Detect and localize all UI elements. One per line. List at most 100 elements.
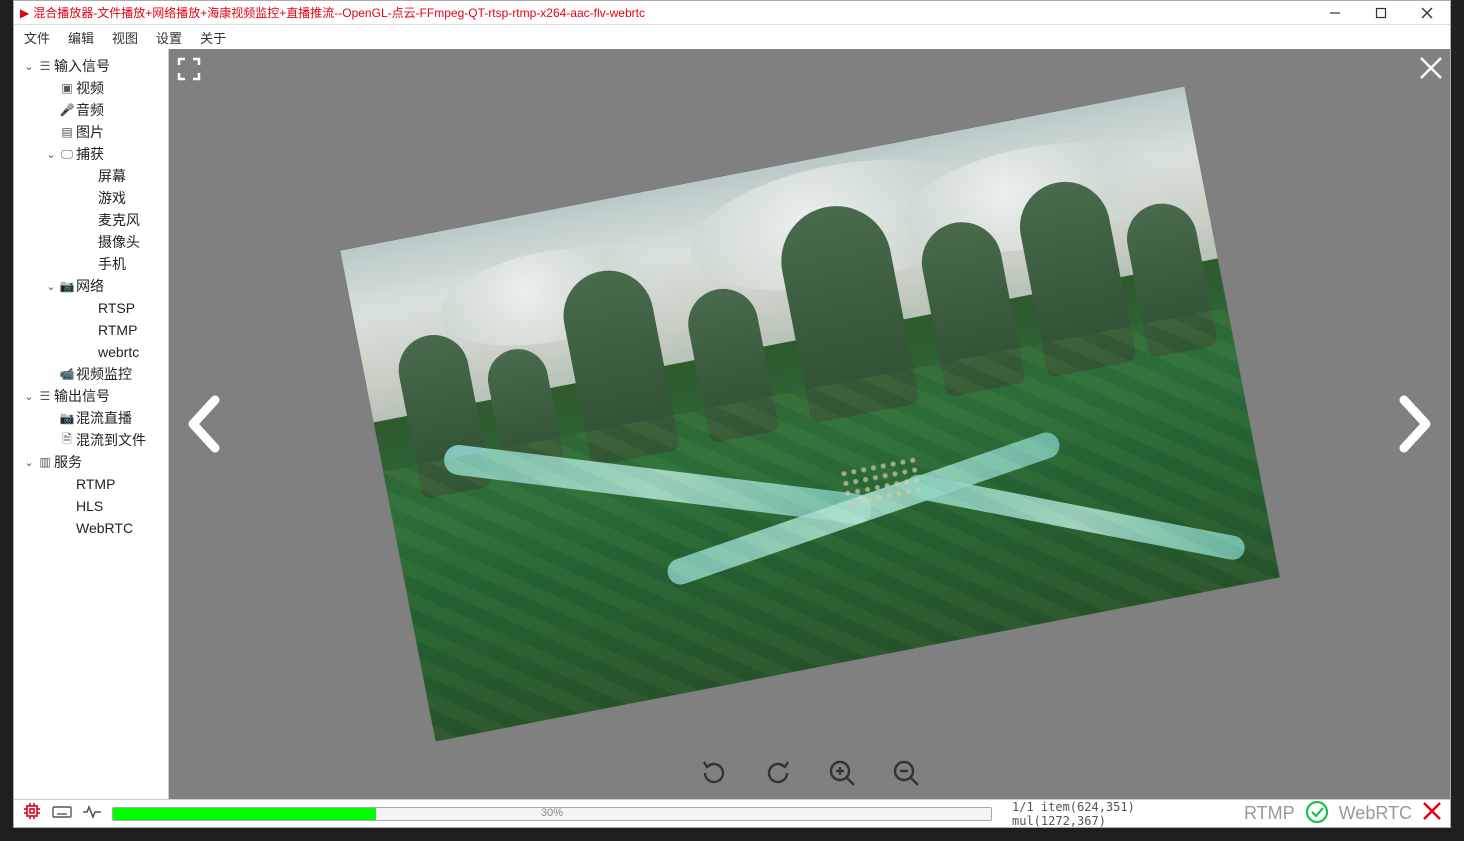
tree-item-label: webrtc	[98, 344, 139, 360]
progress-bar[interactable]: 30%	[112, 807, 992, 821]
tree-item-label: 混流到文件	[76, 430, 146, 450]
app-window: ▶ 混合播放器-文件播放+网络播放+海康视频监控+直播推流--OpenGL-点云…	[13, 0, 1451, 828]
maximize-button[interactable]	[1358, 1, 1404, 24]
menu-view[interactable]: 视图	[112, 28, 138, 47]
cctv-icon: 📹	[58, 367, 76, 381]
monitor-icon: 🖵	[58, 147, 76, 162]
tree-item-label: 视频	[76, 78, 104, 98]
image-icon: ▤	[58, 125, 76, 139]
menu-settings[interactable]: 设置	[156, 28, 182, 47]
zoom-out-button[interactable]	[891, 758, 921, 791]
tree-item[interactable]: ▤图片	[16, 121, 166, 143]
chevron-down-icon[interactable]: ⌄	[22, 60, 36, 73]
cam-icon: 📷	[58, 279, 76, 293]
close-button[interactable]	[1404, 1, 1450, 24]
layers-icon: ☰	[36, 59, 54, 73]
tree-item[interactable]: ⌄▥服务	[16, 451, 166, 473]
tree-item-label: 服务	[54, 452, 82, 472]
tree-item[interactable]: 🗎混流到文件	[16, 429, 166, 451]
tree-item[interactable]: 屏幕	[16, 165, 166, 187]
external-app-sliver	[0, 0, 13, 841]
rtmp-status-label[interactable]: RTMP	[1244, 803, 1295, 824]
server-icon: ▥	[36, 455, 54, 469]
menu-edit[interactable]: 编辑	[68, 28, 94, 47]
rotate-cw-button[interactable]	[763, 758, 793, 791]
tree-item-label: 视频监控	[76, 364, 132, 384]
tree-item-label: 捕获	[76, 144, 104, 164]
tree-item-label: RTMP	[98, 322, 137, 338]
tree-item-label: 麦克风	[98, 210, 140, 230]
tree-item[interactable]: 手机	[16, 253, 166, 275]
tree-item[interactable]: 📹视频监控	[16, 363, 166, 385]
tree-item-label: 输出信号	[54, 386, 110, 406]
menu-file[interactable]: 文件	[24, 28, 50, 47]
tree-item[interactable]: WebRTC	[16, 517, 166, 539]
viewer-toolbar	[699, 758, 921, 791]
menu-about[interactable]: 关于	[200, 28, 226, 47]
tree-item-label: 音频	[76, 100, 104, 120]
tree-item-label: 输入信号	[54, 56, 110, 76]
progress-fill	[113, 808, 376, 820]
titlebar: ▶ 混合播放器-文件播放+网络播放+海康视频监控+直播推流--OpenGL-点云…	[14, 1, 1450, 25]
minimize-button[interactable]	[1312, 1, 1358, 24]
os-taskbar-sliver	[0, 829, 1464, 841]
tree-item[interactable]: ⌄☰输出信号	[16, 385, 166, 407]
status-error-icon	[1422, 801, 1442, 827]
menubar: 文件 编辑 视图 设置 关于	[14, 25, 1450, 49]
chip-icon[interactable]	[22, 801, 42, 826]
tree-item[interactable]: 麦克风	[16, 209, 166, 231]
file-icon: 🗎	[58, 430, 76, 451]
zoom-in-button[interactable]	[827, 758, 857, 791]
video-icon: ▣	[58, 81, 76, 95]
tree-item[interactable]: ⌄🖵捕获	[16, 143, 166, 165]
cam-icon: 📷	[58, 411, 76, 425]
chevron-down-icon[interactable]: ⌄	[44, 280, 58, 293]
mic-icon: 🎤	[58, 103, 76, 117]
chevron-down-icon[interactable]: ⌄	[22, 456, 36, 469]
tree-item-label: HLS	[76, 498, 103, 514]
progress-percent: 30%	[541, 807, 563, 819]
tree-item-label: WebRTC	[76, 520, 133, 536]
rotate-ccw-button[interactable]	[699, 758, 729, 791]
tree-item[interactable]: RTSP	[16, 297, 166, 319]
status-info: 1/1 item(624,351) mul(1272,367)	[1012, 800, 1234, 828]
tree-item[interactable]: RTMP	[16, 473, 166, 495]
window-buttons	[1312, 1, 1450, 24]
next-button[interactable]	[1392, 394, 1438, 467]
window-title: 混合播放器-文件播放+网络播放+海康视频监控+直播推流--OpenGL-点云-F…	[33, 4, 1312, 21]
sidebar-tree[interactable]: ⌄☰输入信号▣视频🎤音频▤图片⌄🖵捕获屏幕游戏麦克风摄像头手机⌄📷网络RTSPR…	[14, 49, 169, 799]
tree-item[interactable]: ⌄☰输入信号	[16, 55, 166, 77]
webrtc-status-label[interactable]: WebRTC	[1339, 803, 1412, 824]
tree-item[interactable]: ⌄📷网络	[16, 275, 166, 297]
displayed-image[interactable]	[340, 87, 1280, 742]
chevron-down-icon[interactable]: ⌄	[22, 390, 36, 403]
tree-item[interactable]: HLS	[16, 495, 166, 517]
tree-item[interactable]: webrtc	[16, 341, 166, 363]
tree-item-label: 网络	[76, 276, 104, 296]
tree-item[interactable]: 摄像头	[16, 231, 166, 253]
tree-item-label: 摄像头	[98, 232, 140, 252]
tree-item[interactable]: ▣视频	[16, 77, 166, 99]
tree-item[interactable]: 📷混流直播	[16, 407, 166, 429]
prev-button[interactable]	[181, 394, 227, 467]
keyboard-icon[interactable]	[52, 804, 72, 823]
tree-item-label: RTMP	[76, 476, 115, 492]
tree-item-label: 混流直播	[76, 408, 132, 428]
tree-item[interactable]: 🎤音频	[16, 99, 166, 121]
tree-item-label: 屏幕	[98, 166, 126, 186]
tree-item-label: 图片	[76, 122, 104, 142]
tree-item[interactable]: RTMP	[16, 319, 166, 341]
play-icon: ▶	[20, 6, 29, 20]
tree-item[interactable]: 游戏	[16, 187, 166, 209]
chevron-down-icon[interactable]: ⌄	[44, 148, 58, 161]
status-ok-icon	[1305, 800, 1329, 827]
activity-icon[interactable]	[82, 804, 102, 823]
image-viewer	[169, 49, 1450, 799]
fullscreen-button[interactable]	[175, 55, 203, 86]
layers-icon: ☰	[36, 389, 54, 403]
tree-item-label: 手机	[98, 254, 126, 274]
tree-item-label: 游戏	[98, 188, 126, 208]
viewer-close-button[interactable]	[1418, 55, 1444, 84]
tree-item-label: RTSP	[98, 300, 135, 316]
status-bar: 30% 1/1 item(624,351) mul(1272,367) RTMP…	[14, 799, 1450, 827]
